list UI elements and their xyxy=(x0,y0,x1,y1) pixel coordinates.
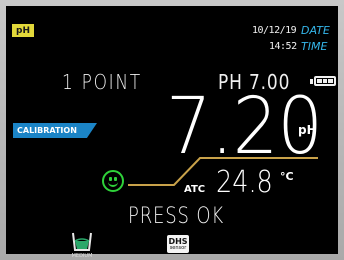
battery-cell xyxy=(328,79,334,83)
time-label: TIME xyxy=(301,40,328,53)
battery-cell xyxy=(322,79,328,83)
mode-badge: pH xyxy=(12,24,34,37)
temperature-value: 24.8 xyxy=(216,165,273,200)
smiley-face-icon xyxy=(102,170,124,192)
medium-label: MEDIUM xyxy=(71,253,93,259)
device-frame: pH 10/12/19 DATE 14:52 TIME 1 POINT PH 7… xyxy=(0,0,344,260)
time-value: 14:52 xyxy=(269,41,297,52)
atc-label: ATC xyxy=(184,184,206,195)
date-value: 10/12/19 xyxy=(252,25,297,36)
status-message: PRESS OK xyxy=(128,204,225,229)
dhs-sensor-icon: DHS sensor xyxy=(167,235,189,253)
calibration-points: 1 POINT xyxy=(62,70,142,94)
meter-screen: pH 10/12/19 DATE 14:52 TIME 1 POINT PH 7… xyxy=(6,6,338,259)
calibration-badge: CALIBRATION xyxy=(13,123,97,138)
smiley-mouth xyxy=(108,181,118,187)
ph-unit: pH xyxy=(298,123,317,137)
dhs-sublabel: sensor xyxy=(169,244,187,251)
date-label: DATE xyxy=(301,24,330,37)
temperature-unit: °C xyxy=(280,170,294,183)
